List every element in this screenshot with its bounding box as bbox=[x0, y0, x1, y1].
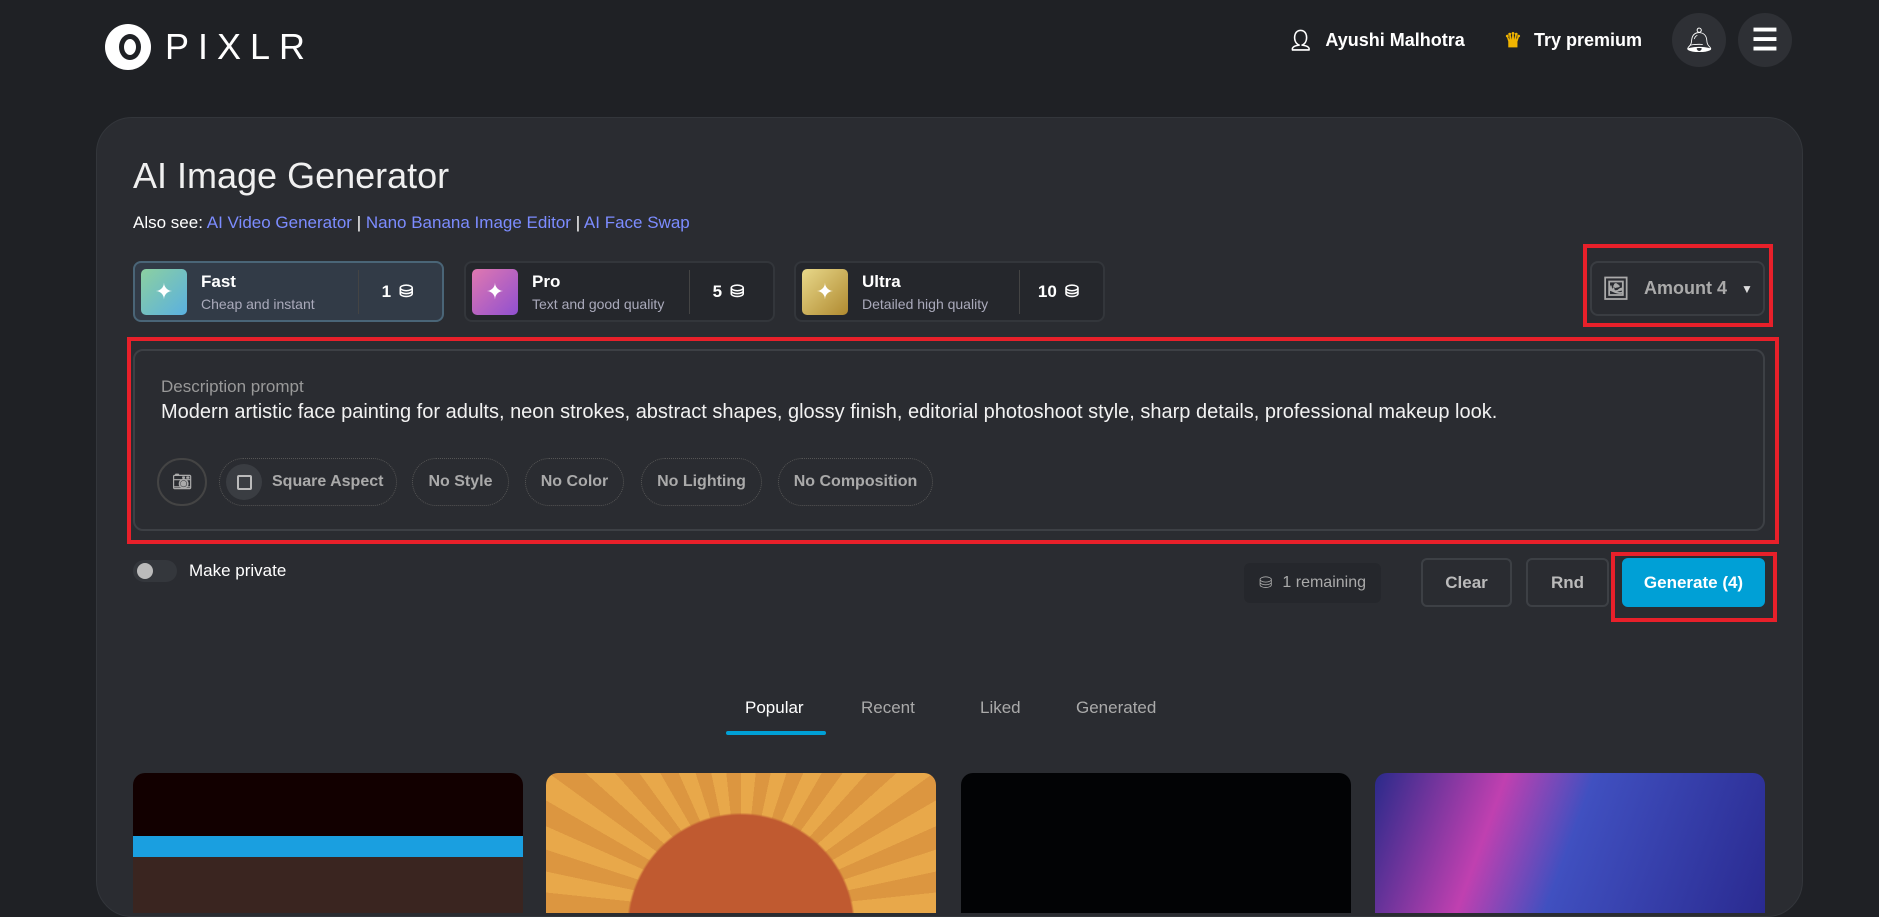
link-ai-face-swap[interactable]: AI Face Swap bbox=[584, 213, 690, 232]
mode-fast[interactable]: ✦ Fast Cheap and instant 1 ⛁ bbox=[133, 261, 444, 322]
make-private-toggle[interactable] bbox=[133, 560, 177, 582]
images-icon: 🖼︎ bbox=[1602, 275, 1631, 301]
chip-label: No Lighting bbox=[657, 473, 746, 490]
credits-remaining: ⛁ 1 remaining bbox=[1244, 563, 1381, 603]
square-icon bbox=[226, 464, 262, 500]
remaining-label: 1 remaining bbox=[1282, 574, 1366, 591]
premium-label: Try premium bbox=[1533, 30, 1642, 50]
random-button[interactable]: Rnd bbox=[1526, 558, 1609, 607]
gallery-image[interactable] bbox=[133, 773, 523, 913]
clear-button[interactable]: Clear bbox=[1421, 558, 1512, 607]
sparkle-icon: ✦ bbox=[472, 268, 518, 315]
link-ai-video-generator[interactable]: AI Video Generator bbox=[207, 213, 352, 232]
also-see-label: Also see: bbox=[133, 213, 203, 232]
bell-icon: 🔔︎ bbox=[1683, 26, 1715, 54]
prompt-box[interactable]: Description prompt Modern artistic face … bbox=[133, 349, 1765, 531]
link-nano-banana[interactable]: Nano Banana Image Editor bbox=[366, 213, 571, 232]
chip-label: No Composition bbox=[793, 473, 918, 490]
mode-cost: 5 bbox=[712, 281, 723, 301]
add-image-icon: 📷︎ bbox=[171, 474, 193, 491]
mode-name: Ultra bbox=[862, 271, 901, 291]
chip-no-color[interactable]: No Color bbox=[525, 458, 624, 506]
tab-popular[interactable]: Popular bbox=[745, 698, 804, 718]
active-tab-indicator bbox=[726, 731, 826, 735]
make-private-label: Make private bbox=[189, 561, 287, 580]
clear-label: Clear bbox=[1445, 572, 1488, 592]
gallery-image[interactable] bbox=[1375, 773, 1765, 913]
notifications-button[interactable]: 🔔︎ bbox=[1672, 13, 1726, 67]
mode-desc: Detailed high quality bbox=[862, 295, 989, 312]
menu-button[interactable]: ☰ bbox=[1738, 13, 1792, 67]
sparkle-icon: ✦ bbox=[141, 268, 187, 315]
add-image-button[interactable]: 📷︎ bbox=[157, 458, 207, 506]
hamburger-icon: ☰ bbox=[1751, 23, 1779, 57]
tab-generated[interactable]: Generated bbox=[1076, 698, 1156, 718]
rnd-label: Rnd bbox=[1550, 572, 1585, 592]
mode-name: Fast bbox=[201, 271, 236, 291]
crown-icon: ♛ bbox=[1504, 30, 1522, 52]
pixlr-logo-icon bbox=[105, 24, 151, 70]
mode-desc: Text and good quality bbox=[532, 295, 665, 312]
prompt-input[interactable]: Modern artistic face painting for adults… bbox=[161, 401, 1497, 424]
generate-button[interactable]: Generate (4) bbox=[1622, 558, 1765, 607]
page-title: AI Image Generator bbox=[133, 155, 450, 196]
mode-cost: 10 bbox=[1037, 281, 1057, 301]
tab-liked[interactable]: Liked bbox=[980, 698, 1021, 718]
mode-desc: Cheap and instant bbox=[201, 295, 315, 312]
mode-name: Pro bbox=[532, 271, 561, 291]
chip-no-style[interactable]: No Style bbox=[412, 458, 509, 506]
mode-pro[interactable]: ✦ Pro Text and good quality 5 ⛁ bbox=[464, 261, 775, 322]
user-icon: 👤︎ bbox=[1288, 30, 1314, 52]
chip-label: No Style bbox=[428, 473, 493, 490]
also-see: Also see: AI Video Generator | Nano Bana… bbox=[133, 213, 690, 233]
prompt-label: Description prompt bbox=[161, 377, 304, 396]
gallery-image[interactable] bbox=[961, 773, 1351, 913]
tab-recent[interactable]: Recent bbox=[861, 698, 915, 718]
user-name: Ayushi Malhotra bbox=[1325, 30, 1465, 50]
user-account[interactable]: 👤︎ Ayushi Malhotra bbox=[1288, 28, 1465, 53]
coins-icon: ⛁ bbox=[730, 281, 745, 301]
coins-icon: ⛁ bbox=[1258, 575, 1273, 592]
sparkle-icon: ✦ bbox=[802, 268, 848, 315]
pixlr-logo[interactable]: PIXLR bbox=[105, 24, 314, 70]
amount-label: Amount 4 bbox=[1644, 278, 1728, 298]
chip-no-composition[interactable]: No Composition bbox=[778, 458, 933, 506]
chip-no-lighting[interactable]: No Lighting bbox=[641, 458, 762, 506]
coins-icon: ⛁ bbox=[1064, 281, 1080, 301]
amount-dropdown[interactable]: 🖼︎ Amount 4 ▼ bbox=[1590, 261, 1765, 316]
chip-label: Square Aspect bbox=[272, 473, 384, 490]
try-premium-link[interactable]: ♛ Try premium bbox=[1504, 28, 1642, 53]
gallery-image[interactable] bbox=[546, 773, 936, 913]
caret-down-icon: ▼ bbox=[1741, 281, 1753, 296]
separator: | bbox=[575, 213, 581, 232]
brand-name: PIXLR bbox=[165, 26, 315, 67]
generate-label: Generate (4) bbox=[1643, 572, 1744, 592]
separator: | bbox=[356, 213, 362, 232]
mode-cost: 1 bbox=[381, 281, 392, 301]
mode-ultra[interactable]: ✦ Ultra Detailed high quality 10 ⛁ bbox=[794, 261, 1105, 322]
chip-label: No Color bbox=[540, 473, 609, 490]
chip-square-aspect[interactable]: Square Aspect bbox=[219, 458, 397, 506]
coins-icon: ⛁ bbox=[399, 281, 414, 301]
